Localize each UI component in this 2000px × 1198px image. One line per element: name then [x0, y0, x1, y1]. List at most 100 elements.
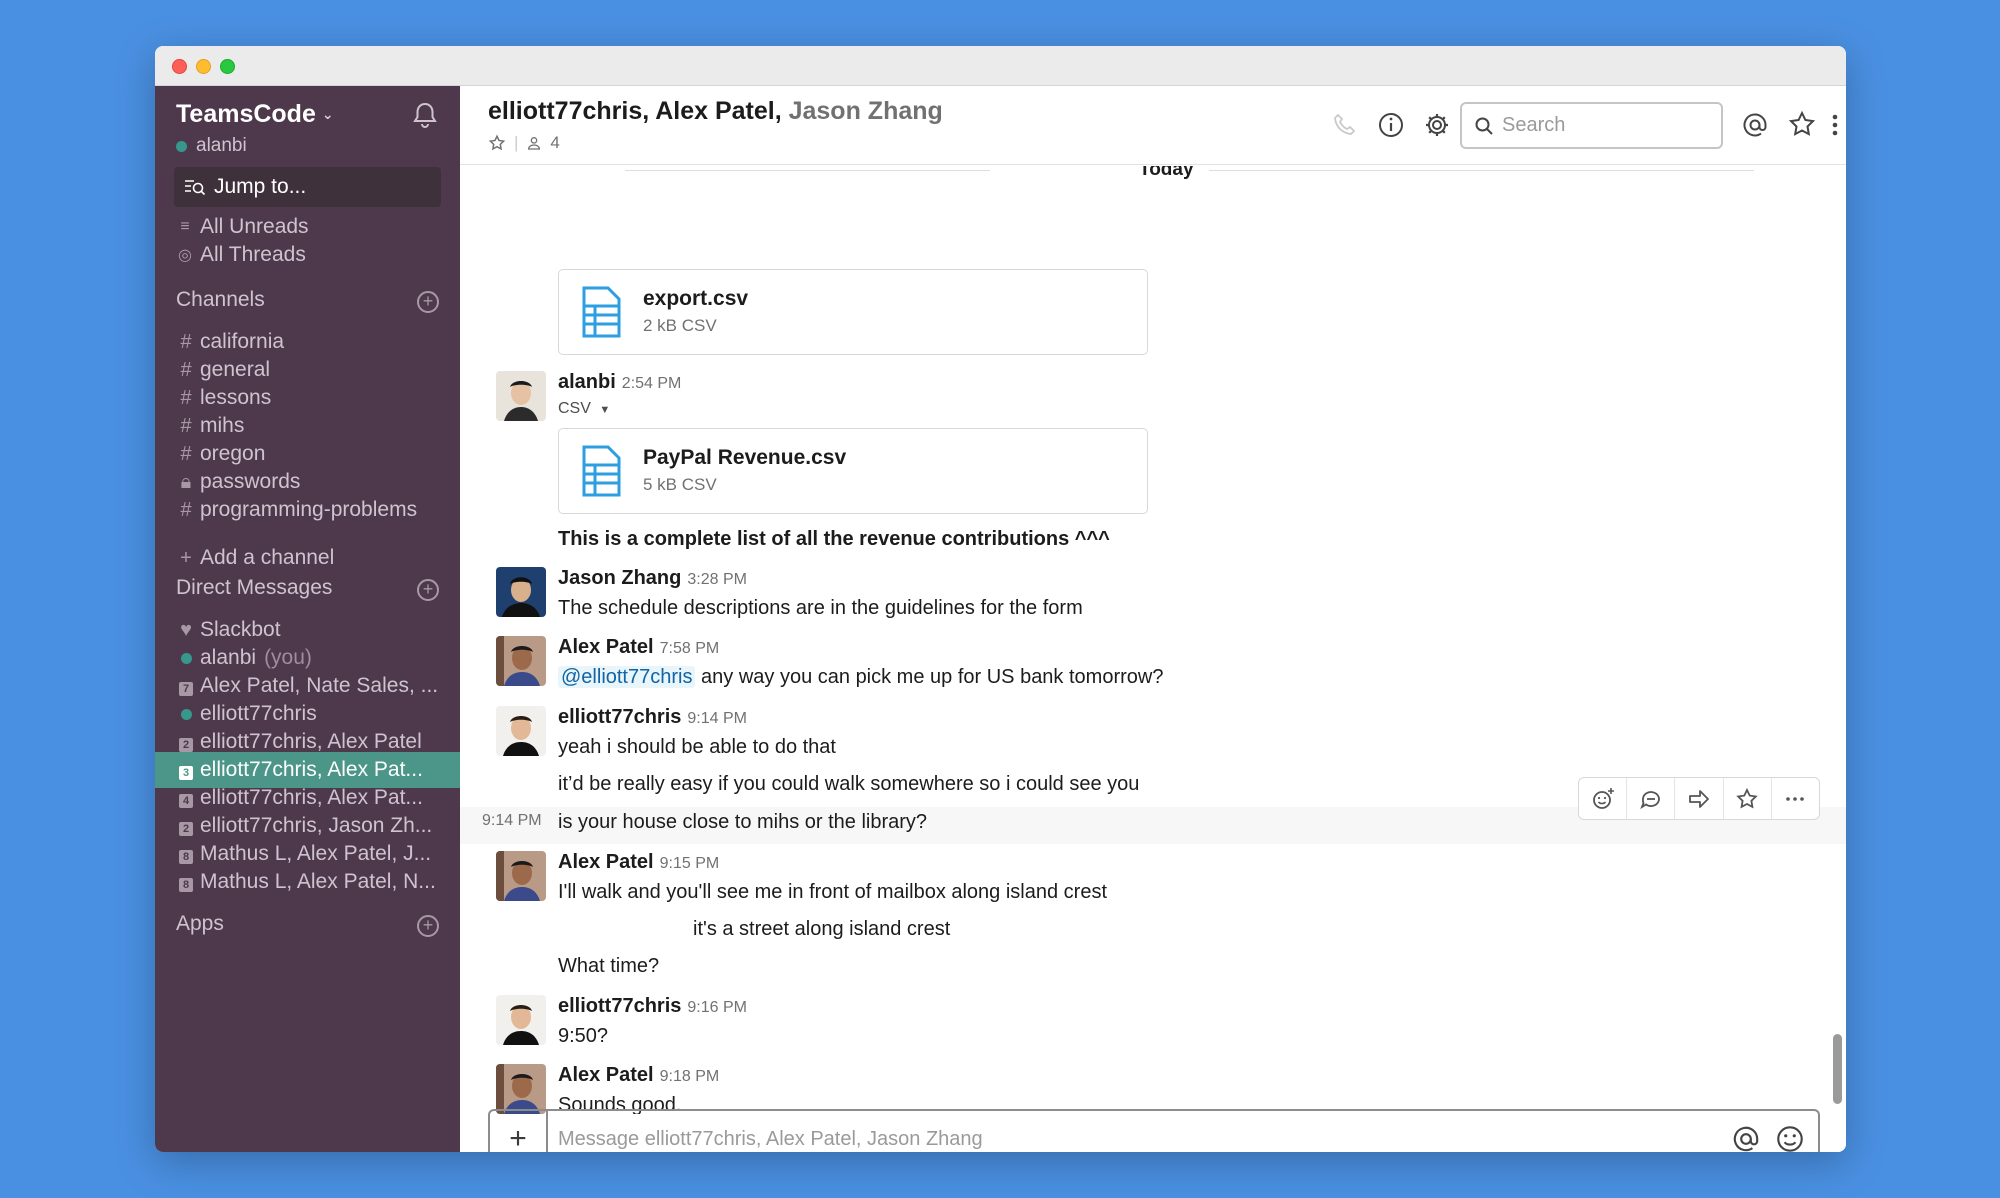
- bell-icon[interactable]: [410, 100, 440, 130]
- avatar[interactable]: [496, 371, 546, 421]
- hash-icon: #: [180, 330, 192, 353]
- dm-label: Alex Patel, Nate Sales, ...: [200, 674, 439, 697]
- message-text: What time?: [558, 955, 660, 977]
- gear-icon[interactable]: [1422, 110, 1452, 140]
- star-message-button[interactable]: [1724, 778, 1772, 819]
- search-box[interactable]: [1460, 102, 1723, 149]
- channel-label: lessons: [200, 386, 272, 409]
- hash-icon: #: [180, 386, 192, 409]
- file-attachment[interactable]: PayPal Revenue.csv 5 kB CSV: [558, 428, 1148, 514]
- avatar[interactable]: [496, 851, 546, 901]
- scrollbar-thumb[interactable]: [1833, 1034, 1842, 1104]
- avatar[interactable]: [496, 567, 546, 617]
- add-dm-icon[interactable]: +: [417, 579, 439, 601]
- message-text: 9:50?: [558, 1025, 609, 1047]
- member-count-badge: 3: [176, 759, 196, 782]
- sidebar: TeamsCode ⌄ alanbi Jump to... ≡ All Unread…: [155, 86, 460, 1152]
- message-author[interactable]: elliott77chris 9:16 PM: [558, 995, 747, 1018]
- member-count[interactable]: 4: [550, 133, 559, 153]
- timestamp[interactable]: 9:15 PM: [660, 855, 720, 872]
- avatar[interactable]: [496, 1064, 546, 1114]
- member-count-badge: 8: [176, 871, 196, 894]
- hash-icon: #: [180, 498, 192, 521]
- message-author[interactable]: alanbi 2:54 PM: [558, 371, 681, 394]
- file-name: export.csv: [643, 287, 749, 310]
- file-type-label[interactable]: CSV ▼: [558, 400, 610, 418]
- emoji-icon[interactable]: [1774, 1123, 1806, 1152]
- timestamp[interactable]: 9:18 PM: [660, 1068, 720, 1085]
- message-text: it’d be really easy if you could walk so…: [558, 773, 1140, 795]
- member-count-badge: 4: [176, 787, 196, 810]
- channels-heading[interactable]: Channels: [176, 288, 265, 312]
- start-thread-button[interactable]: [1627, 778, 1676, 819]
- minimize-window-button[interactable]: [196, 59, 211, 74]
- jump-to-label: Jump to...: [214, 175, 307, 198]
- more-vertical-icon[interactable]: [1820, 110, 1846, 140]
- add-reaction-button[interactable]: [1579, 778, 1628, 819]
- message-author[interactable]: Alex Patel 9:18 PM: [558, 1064, 719, 1087]
- title-dim: Jason Zhang: [788, 97, 943, 125]
- person-icon[interactable]: [526, 135, 542, 151]
- avatar[interactable]: [496, 636, 546, 686]
- share-message-button[interactable]: [1675, 778, 1724, 819]
- channel-programming-problems[interactable]: # programming-problems: [155, 492, 460, 528]
- spreadsheet-file-icon: [582, 286, 621, 338]
- zoom-window-button[interactable]: [220, 59, 235, 74]
- user-mention[interactable]: @elliott77chris: [558, 666, 696, 688]
- timestamp[interactable]: 9:14 PM: [687, 710, 747, 727]
- timestamp[interactable]: 3:28 PM: [687, 571, 747, 588]
- timestamp[interactable]: 2:54 PM: [622, 375, 682, 392]
- more-actions-button[interactable]: [1772, 778, 1819, 819]
- message-text: @elliott77chris any way you can pick me …: [558, 666, 1163, 689]
- current-user[interactable]: alanbi: [176, 135, 247, 157]
- message-author[interactable]: elliott77chris 9:14 PM: [558, 706, 747, 729]
- info-icon[interactable]: [1376, 110, 1406, 140]
- message-author[interactable]: Alex Patel 7:58 PM: [558, 636, 719, 659]
- mentions-icon[interactable]: [1740, 110, 1770, 140]
- member-count-badge: 2: [176, 815, 196, 838]
- dm-label: Mathus L, Alex Patel, N...: [200, 870, 436, 893]
- you-suffix: (you): [264, 646, 312, 669]
- message-list[interactable]: Today export.csv 2 kB CSV alanbi 2:54 PM …: [460, 166, 1846, 1114]
- phone-icon[interactable]: [1330, 110, 1360, 140]
- hash-icon: #: [180, 414, 192, 437]
- timestamp[interactable]: 9:16 PM: [687, 999, 747, 1016]
- app-window: TeamsCode ⌄ alanbi Jump to... ≡ All Unread…: [155, 46, 1846, 1152]
- message-author[interactable]: Jason Zhang 3:28 PM: [558, 567, 747, 590]
- conversation-title[interactable]: elliott77chris, Alex Patel, Jason Zhang: [488, 97, 943, 126]
- close-window-button[interactable]: [172, 59, 187, 74]
- lock-icon: 🔒︎: [180, 470, 192, 493]
- all-unreads-link[interactable]: ≡ All Unreads: [176, 212, 308, 242]
- caret-down-icon: ▼: [599, 404, 611, 416]
- hover-timestamp[interactable]: 9:14 PM: [482, 812, 542, 830]
- avatar[interactable]: [496, 995, 546, 1045]
- channel-label: oregon: [200, 442, 266, 465]
- direct-messages-heading[interactable]: Direct Messages: [176, 576, 332, 600]
- title-bar: [155, 46, 1846, 86]
- dm-group[interactable]: 8 Mathus L, Alex Patel, N...: [155, 864, 460, 900]
- all-threads-link[interactable]: ◎ All Threads: [176, 240, 306, 270]
- message-author[interactable]: Alex Patel 9:15 PM: [558, 851, 719, 874]
- avatar[interactable]: [496, 706, 546, 756]
- file-attachment[interactable]: export.csv 2 kB CSV: [558, 269, 1148, 355]
- message-text: yeah i should be able to do that: [558, 736, 836, 758]
- jump-to-button[interactable]: Jump to...: [174, 167, 441, 207]
- message-input[interactable]: [548, 1127, 1730, 1151]
- file-size: 5 kB CSV: [643, 475, 717, 494]
- mention-icon[interactable]: [1730, 1123, 1762, 1152]
- dm-label: elliott77chris, Alex Pat...: [200, 758, 423, 781]
- star-icon[interactable]: [488, 134, 506, 152]
- add-app-icon[interactable]: +: [417, 915, 439, 937]
- channel-label: mihs: [200, 414, 245, 437]
- search-input[interactable]: [1502, 114, 1702, 137]
- add-channel-icon[interactable]: +: [417, 291, 439, 313]
- team-menu[interactable]: TeamsCode ⌄: [176, 100, 334, 129]
- add-channel-label: Add a channel: [200, 546, 335, 569]
- message-text: The schedule descriptions are in the gui…: [558, 597, 1083, 619]
- attach-plus-button[interactable]: +: [490, 1111, 548, 1152]
- timestamp[interactable]: 7:58 PM: [660, 640, 720, 657]
- apps-heading[interactable]: Apps: [176, 912, 224, 936]
- starred-items-icon[interactable]: [1787, 110, 1817, 140]
- message-actions-toolbar: [1578, 777, 1820, 820]
- add-channel-link[interactable]: + Add a channel: [155, 540, 460, 576]
